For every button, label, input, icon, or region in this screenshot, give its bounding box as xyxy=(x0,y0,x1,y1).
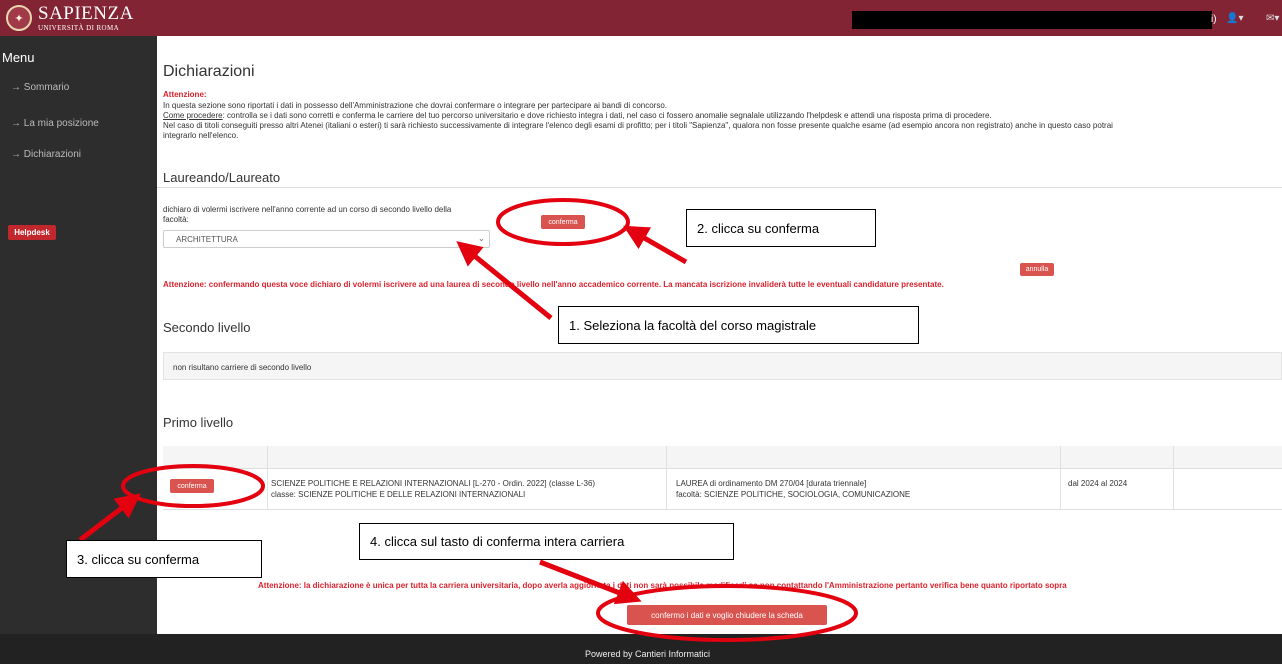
chevron-down-icon: ⌄ xyxy=(478,234,485,243)
secondo-empty-text: non risultano carriere di secondo livell… xyxy=(173,363,312,372)
menu-title: Menu xyxy=(2,50,35,65)
come-procedere-label: Come procedere xyxy=(163,111,223,120)
page-title: Dichiarazioni xyxy=(163,63,255,80)
facolta-selected-value: ARCHITETTURA xyxy=(176,235,238,244)
intro-text-2-rest: : controlla se i dati sono corretti e co… xyxy=(222,111,992,120)
sidebar-item-dichiarazioni[interactable]: → Dichiarazioni xyxy=(11,149,81,160)
facolta-label: facoltà: xyxy=(163,215,189,224)
course-name: SCIENZE POLITICHE E RELAZIONI INTERNAZIO… xyxy=(271,479,596,488)
mail-icon[interactable]: ✉▾ xyxy=(1266,13,1279,24)
intro-text-1: In questa sezione sono riportati i dati … xyxy=(163,101,668,110)
user-icon[interactable]: 👤▾ xyxy=(1226,13,1243,24)
column-divider xyxy=(1173,446,1174,510)
annotation-step-3: 3. clicca su conferma xyxy=(66,540,262,578)
intro-text-4: integrarlo nell'elenco. xyxy=(163,131,239,140)
sidebar-item-sommario[interactable]: → Sommario xyxy=(11,82,69,93)
laureando-heading: Laureando/Laureato xyxy=(163,170,281,185)
attention-label: Attenzione: xyxy=(163,90,207,99)
table-row xyxy=(163,468,1282,510)
top-navbar: ✦ SAPIENZA UNIVERSITÀ DI ROMA i) 👤▾ ✉▾ xyxy=(0,0,1282,36)
facolta-select[interactable]: ARCHITETTURA ⌄ xyxy=(163,230,490,248)
intro-text-2: Come procedere: controlla se i dati sono… xyxy=(163,111,992,120)
column-divider xyxy=(666,446,667,510)
laureando-warning: Attenzione: confermando questa voce dich… xyxy=(163,280,944,289)
column-divider xyxy=(1060,446,1061,510)
divider xyxy=(157,187,1282,188)
secondo-empty-box: non risultano carriere di secondo livell… xyxy=(163,352,1282,380)
laureando-cancel-button[interactable]: annulla xyxy=(1020,263,1054,276)
helpdesk-button[interactable]: Helpdesk xyxy=(8,225,56,240)
annotation-step-1: 1. Seleziona la facoltà del corso magist… xyxy=(558,306,919,344)
brand-name: SAPIENZA xyxy=(38,3,134,24)
laureando-confirm-button[interactable]: conferma xyxy=(541,215,585,229)
brand-subtitle: UNIVERSITÀ DI ROMA xyxy=(38,24,120,32)
primo-heading: Primo livello xyxy=(163,415,234,430)
degree-type: LAUREA di ordinamento DM 270/04 [durata … xyxy=(676,479,867,488)
intro-text-3: Nel caso di titoli conseguiti presso alt… xyxy=(163,121,1113,130)
user-name-suffix: i) xyxy=(1211,14,1217,25)
sidebar-item-la-mia-posizione[interactable]: → La mia posizione xyxy=(11,118,99,129)
primo-table xyxy=(163,446,1282,510)
table-header xyxy=(163,446,1282,468)
course-class: classe: SCIENZE POLITICHE E DELLE RELAZI… xyxy=(271,490,526,499)
footer: Powered by Cantieri Informatici xyxy=(0,634,1282,664)
secondo-heading: Secondo livello xyxy=(163,320,251,335)
final-warning: Attenzione: la dichiarazione è unica per… xyxy=(258,581,1067,590)
column-divider xyxy=(267,446,268,510)
sapienza-logo[interactable]: ✦ SAPIENZA UNIVERSITÀ DI ROMA xyxy=(6,4,134,32)
footer-text: Powered by Cantieri Informatici xyxy=(585,649,711,659)
university-seal-icon: ✦ xyxy=(6,5,32,31)
redacted-username xyxy=(852,11,1212,29)
career-confirm-button[interactable]: conferma xyxy=(170,479,214,493)
degree-faculty: facoltà: SCIENZE POLITICHE, SOCIOLOGIA, … xyxy=(676,490,911,499)
annotation-step-2: 2. clicca su conferma xyxy=(686,209,876,247)
confirm-close-button[interactable]: confermo i dati e voglio chiudere la sch… xyxy=(627,605,827,625)
career-period: dal 2024 al 2024 xyxy=(1068,479,1128,488)
declare-text: dichiaro di volermi iscrivere nell'anno … xyxy=(163,205,452,214)
annotation-step-4: 4. clicca sul tasto di conferma intera c… xyxy=(359,523,734,560)
